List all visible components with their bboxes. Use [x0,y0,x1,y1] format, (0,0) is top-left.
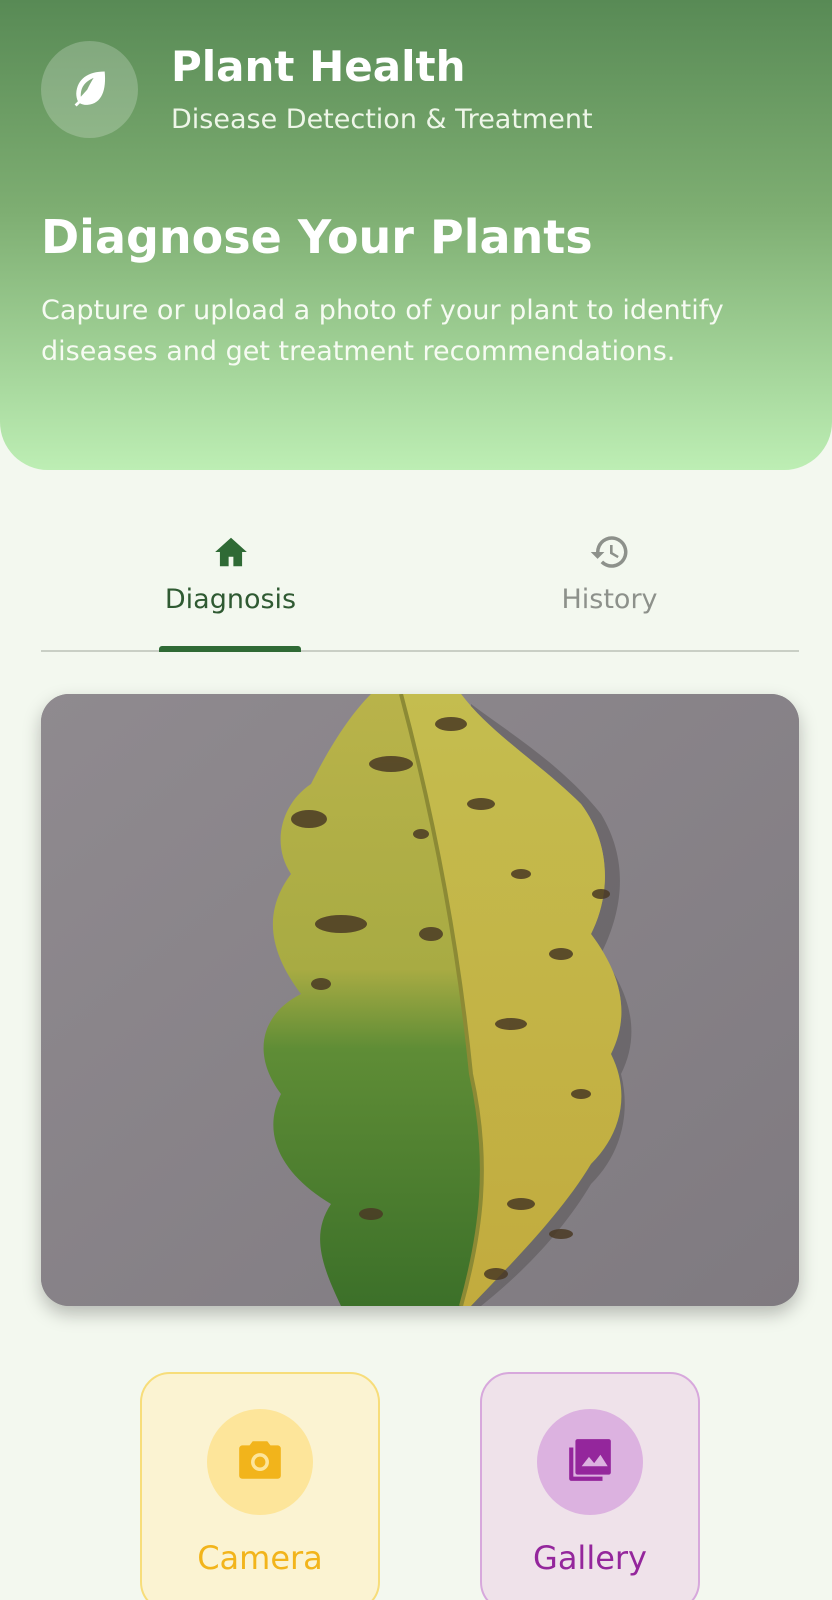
tab-diagnosis[interactable]: Diagnosis [41,520,420,650]
app-logo [41,41,138,138]
tab-history-label: History [561,584,658,615]
leaf-icon [68,66,112,114]
selected-tab-indicator [159,646,301,652]
diseased-leaf-photo [41,694,799,1306]
home-icon [212,532,250,572]
camera-button-label: Camera [197,1539,323,1577]
tab-history[interactable]: History [420,520,799,650]
history-icon [589,532,631,572]
header: Plant Health Disease Detection & Treatme… [0,0,832,470]
hero-title: Diagnose Your Plants [41,210,593,264]
camera-button[interactable]: Camera [140,1372,380,1600]
camera-icon-circle [207,1409,313,1515]
camera-icon [235,1437,285,1487]
hero-description: Capture or upload a photo of your plant … [41,295,724,367]
tab-diagnosis-label: Diagnosis [164,584,297,615]
gallery-icon-circle [537,1409,643,1515]
gallery-button-label: Gallery [533,1539,647,1577]
app-title: Plant Health [171,42,466,91]
app-subtitle: Disease Detection & Treatment [171,104,593,135]
gallery-button[interactable]: Gallery [480,1372,700,1600]
tab-bar: Diagnosis History [41,520,799,652]
gallery-icon [565,1435,615,1489]
leaf-image-preview[interactable] [41,694,799,1306]
